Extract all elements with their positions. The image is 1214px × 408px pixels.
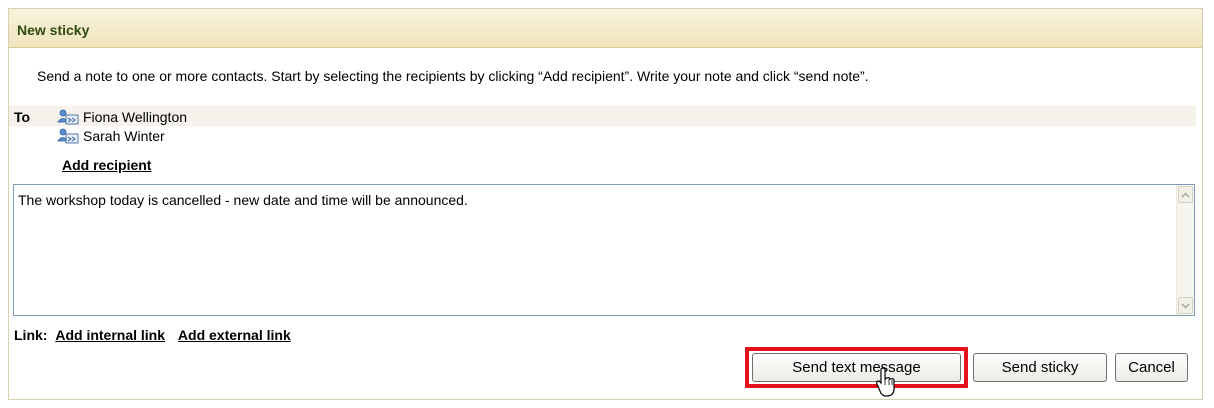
recipient-item[interactable]: Fiona Wellington <box>57 108 187 126</box>
to-label: To <box>14 109 31 125</box>
recipient-name: Sarah Winter <box>83 128 165 144</box>
scroll-down-button[interactable] <box>1178 297 1193 314</box>
contact-icon <box>57 128 79 144</box>
contact-icon <box>57 109 79 125</box>
scroll-up-button[interactable] <box>1178 186 1193 203</box>
chevron-up-icon <box>1181 191 1190 198</box>
highlight-box <box>745 347 968 388</box>
textarea-scrollbar[interactable] <box>1176 185 1194 315</box>
cancel-button[interactable]: Cancel <box>1115 353 1188 382</box>
chevron-down-icon <box>1181 302 1190 309</box>
note-textarea[interactable]: The workshop today is cancelled - new da… <box>13 184 1195 316</box>
link-row: Link: Add internal link Add external lin… <box>14 327 291 343</box>
recipient-name: Fiona Wellington <box>83 109 188 125</box>
panel-title: New sticky <box>9 9 1202 48</box>
to-row-background <box>9 106 1196 126</box>
note-text[interactable]: The workshop today is cancelled - new da… <box>18 192 468 208</box>
send-sticky-button[interactable]: Send sticky <box>973 353 1107 382</box>
intro-text: Send a note to one or more contacts. Sta… <box>37 68 869 84</box>
new-sticky-panel: New sticky Send a note to one or more co… <box>8 8 1203 400</box>
recipient-item[interactable]: Sarah Winter <box>57 127 165 145</box>
add-external-link[interactable]: Add external link <box>178 327 291 343</box>
add-internal-link[interactable]: Add internal link <box>55 327 165 343</box>
add-recipient-link[interactable]: Add recipient <box>62 157 151 173</box>
link-label: Link: <box>14 327 48 343</box>
hand-cursor-icon <box>876 367 895 397</box>
